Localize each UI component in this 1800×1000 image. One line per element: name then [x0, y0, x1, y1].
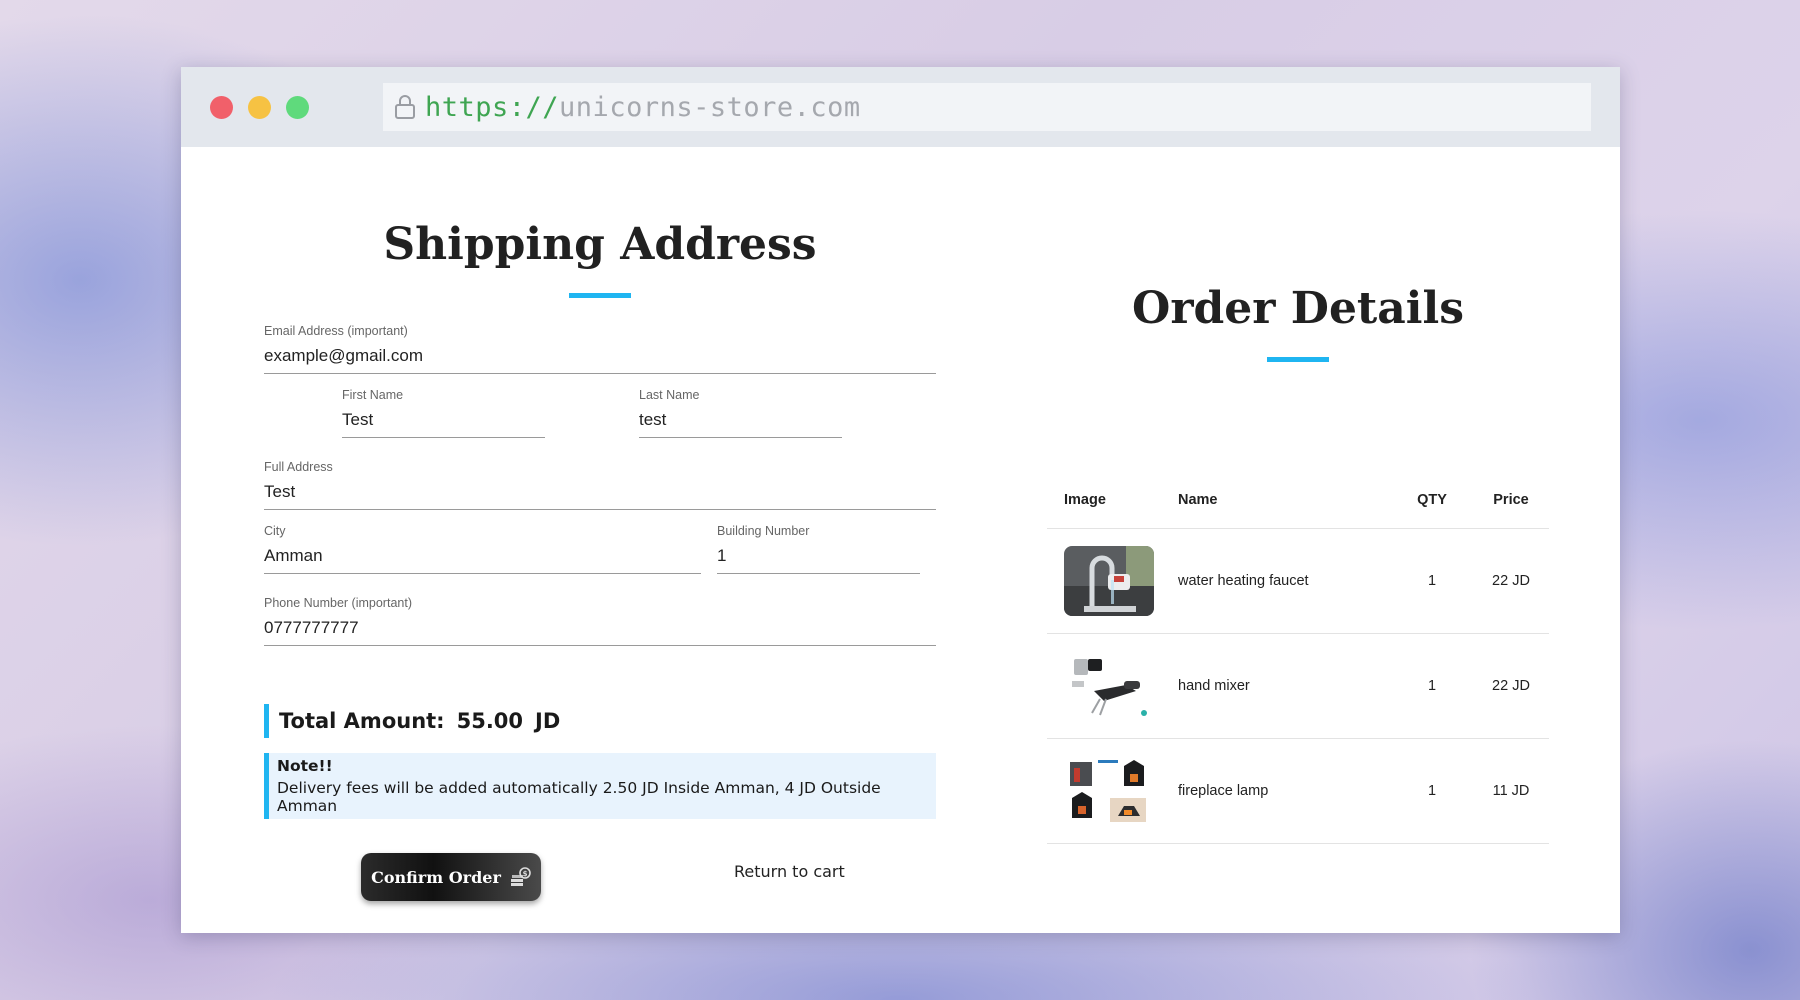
shipping-title-underline: [569, 293, 631, 298]
product-name: hand mixer: [1177, 633, 1391, 739]
delivery-note: Note!! Delivery fees will be added autom…: [264, 753, 936, 819]
product-image-cell: [1047, 738, 1177, 844]
product-qty: 1: [1391, 633, 1473, 739]
return-to-cart-link[interactable]: Return to cart: [734, 862, 845, 881]
last-name-label: Last Name: [639, 388, 700, 402]
column-header-name: Name: [1177, 472, 1391, 529]
email-field[interactable]: [264, 342, 936, 374]
table-row: water heating faucet 1 22 JD: [1047, 528, 1549, 634]
phone-field-group: Phone Number (important): [264, 596, 936, 646]
full-address-field-group: Full Address: [264, 460, 936, 510]
lock-icon: [395, 95, 415, 119]
close-window-button[interactable]: [210, 96, 233, 119]
city-field-group: City: [264, 524, 701, 574]
city-label: City: [264, 524, 286, 538]
url-scheme: https://: [425, 91, 560, 123]
order-title-underline: [1267, 357, 1329, 362]
confirm-order-label: Confirm Order: [371, 867, 501, 887]
mixer-image: [1064, 651, 1154, 721]
total-currency: JD: [535, 709, 561, 733]
fireplace-image: [1064, 756, 1154, 826]
product-qty: 1: [1391, 738, 1473, 844]
money-icon: $: [510, 867, 531, 886]
browser-toolbar: https://unicorns-store.com: [181, 67, 1620, 147]
last-name-field[interactable]: [639, 406, 842, 438]
faucet-image: [1064, 546, 1154, 616]
first-name-field[interactable]: [342, 406, 545, 438]
svg-text:$: $: [522, 870, 527, 878]
column-header-qty: QTY: [1391, 472, 1473, 529]
last-name-field-group: Last Name: [639, 388, 842, 438]
note-text: Delivery fees will be added automaticall…: [277, 779, 881, 815]
product-price: 22 JD: [1473, 633, 1549, 739]
product-image-cell: [1047, 633, 1177, 739]
email-field-group: Email Address (important): [264, 324, 936, 374]
table-row: fireplace lamp 1 11 JD: [1047, 738, 1549, 844]
first-name-label: First Name: [342, 388, 404, 402]
phone-label: Phone Number (important): [264, 596, 412, 610]
confirm-order-button[interactable]: Confirm Order $: [361, 853, 541, 901]
order-title: Order Details: [1132, 283, 1464, 334]
url-text: https://unicorns-store.com: [425, 92, 861, 123]
product-image-cell: [1047, 528, 1177, 634]
page-content: Shipping Address Email Address (importan…: [181, 147, 1620, 933]
first-name-field-group: First Name: [342, 388, 545, 438]
column-header-image: Image: [1047, 472, 1177, 529]
total-amount: Total Amount: 55.00 JD: [264, 704, 854, 738]
product-name: fireplace lamp: [1177, 738, 1391, 844]
browser-window: https://unicorns-store.com Shipping Addr…: [181, 67, 1620, 933]
city-field[interactable]: [264, 542, 701, 574]
building-number-field[interactable]: [717, 542, 920, 574]
product-price: 22 JD: [1473, 528, 1549, 634]
phone-field[interactable]: [264, 614, 936, 646]
email-label: Email Address (important): [264, 324, 408, 338]
full-address-field[interactable]: [264, 478, 936, 510]
url-host: unicorns-store.com: [559, 91, 861, 123]
product-price: 11 JD: [1473, 738, 1549, 844]
product-qty: 1: [1391, 528, 1473, 634]
note-title: Note!!: [277, 757, 333, 775]
shipping-title: Shipping Address: [383, 219, 817, 270]
address-bar[interactable]: https://unicorns-store.com: [383, 83, 1591, 131]
order-table: Image Name QTY Price water heating fauce…: [1047, 472, 1549, 844]
total-value: 55.00: [456, 709, 524, 733]
maximize-window-button[interactable]: [286, 96, 309, 119]
building-number-field-group: Building Number: [717, 524, 920, 574]
table-row: hand mixer 1 22 JD: [1047, 633, 1549, 739]
full-address-label: Full Address: [264, 460, 333, 474]
total-label: Total Amount:: [279, 709, 445, 733]
building-number-label: Building Number: [717, 524, 810, 538]
column-header-price: Price: [1473, 472, 1549, 529]
product-name: water heating faucet: [1177, 528, 1391, 634]
minimize-window-button[interactable]: [248, 96, 271, 119]
order-table-header: Image Name QTY Price: [1047, 472, 1549, 529]
